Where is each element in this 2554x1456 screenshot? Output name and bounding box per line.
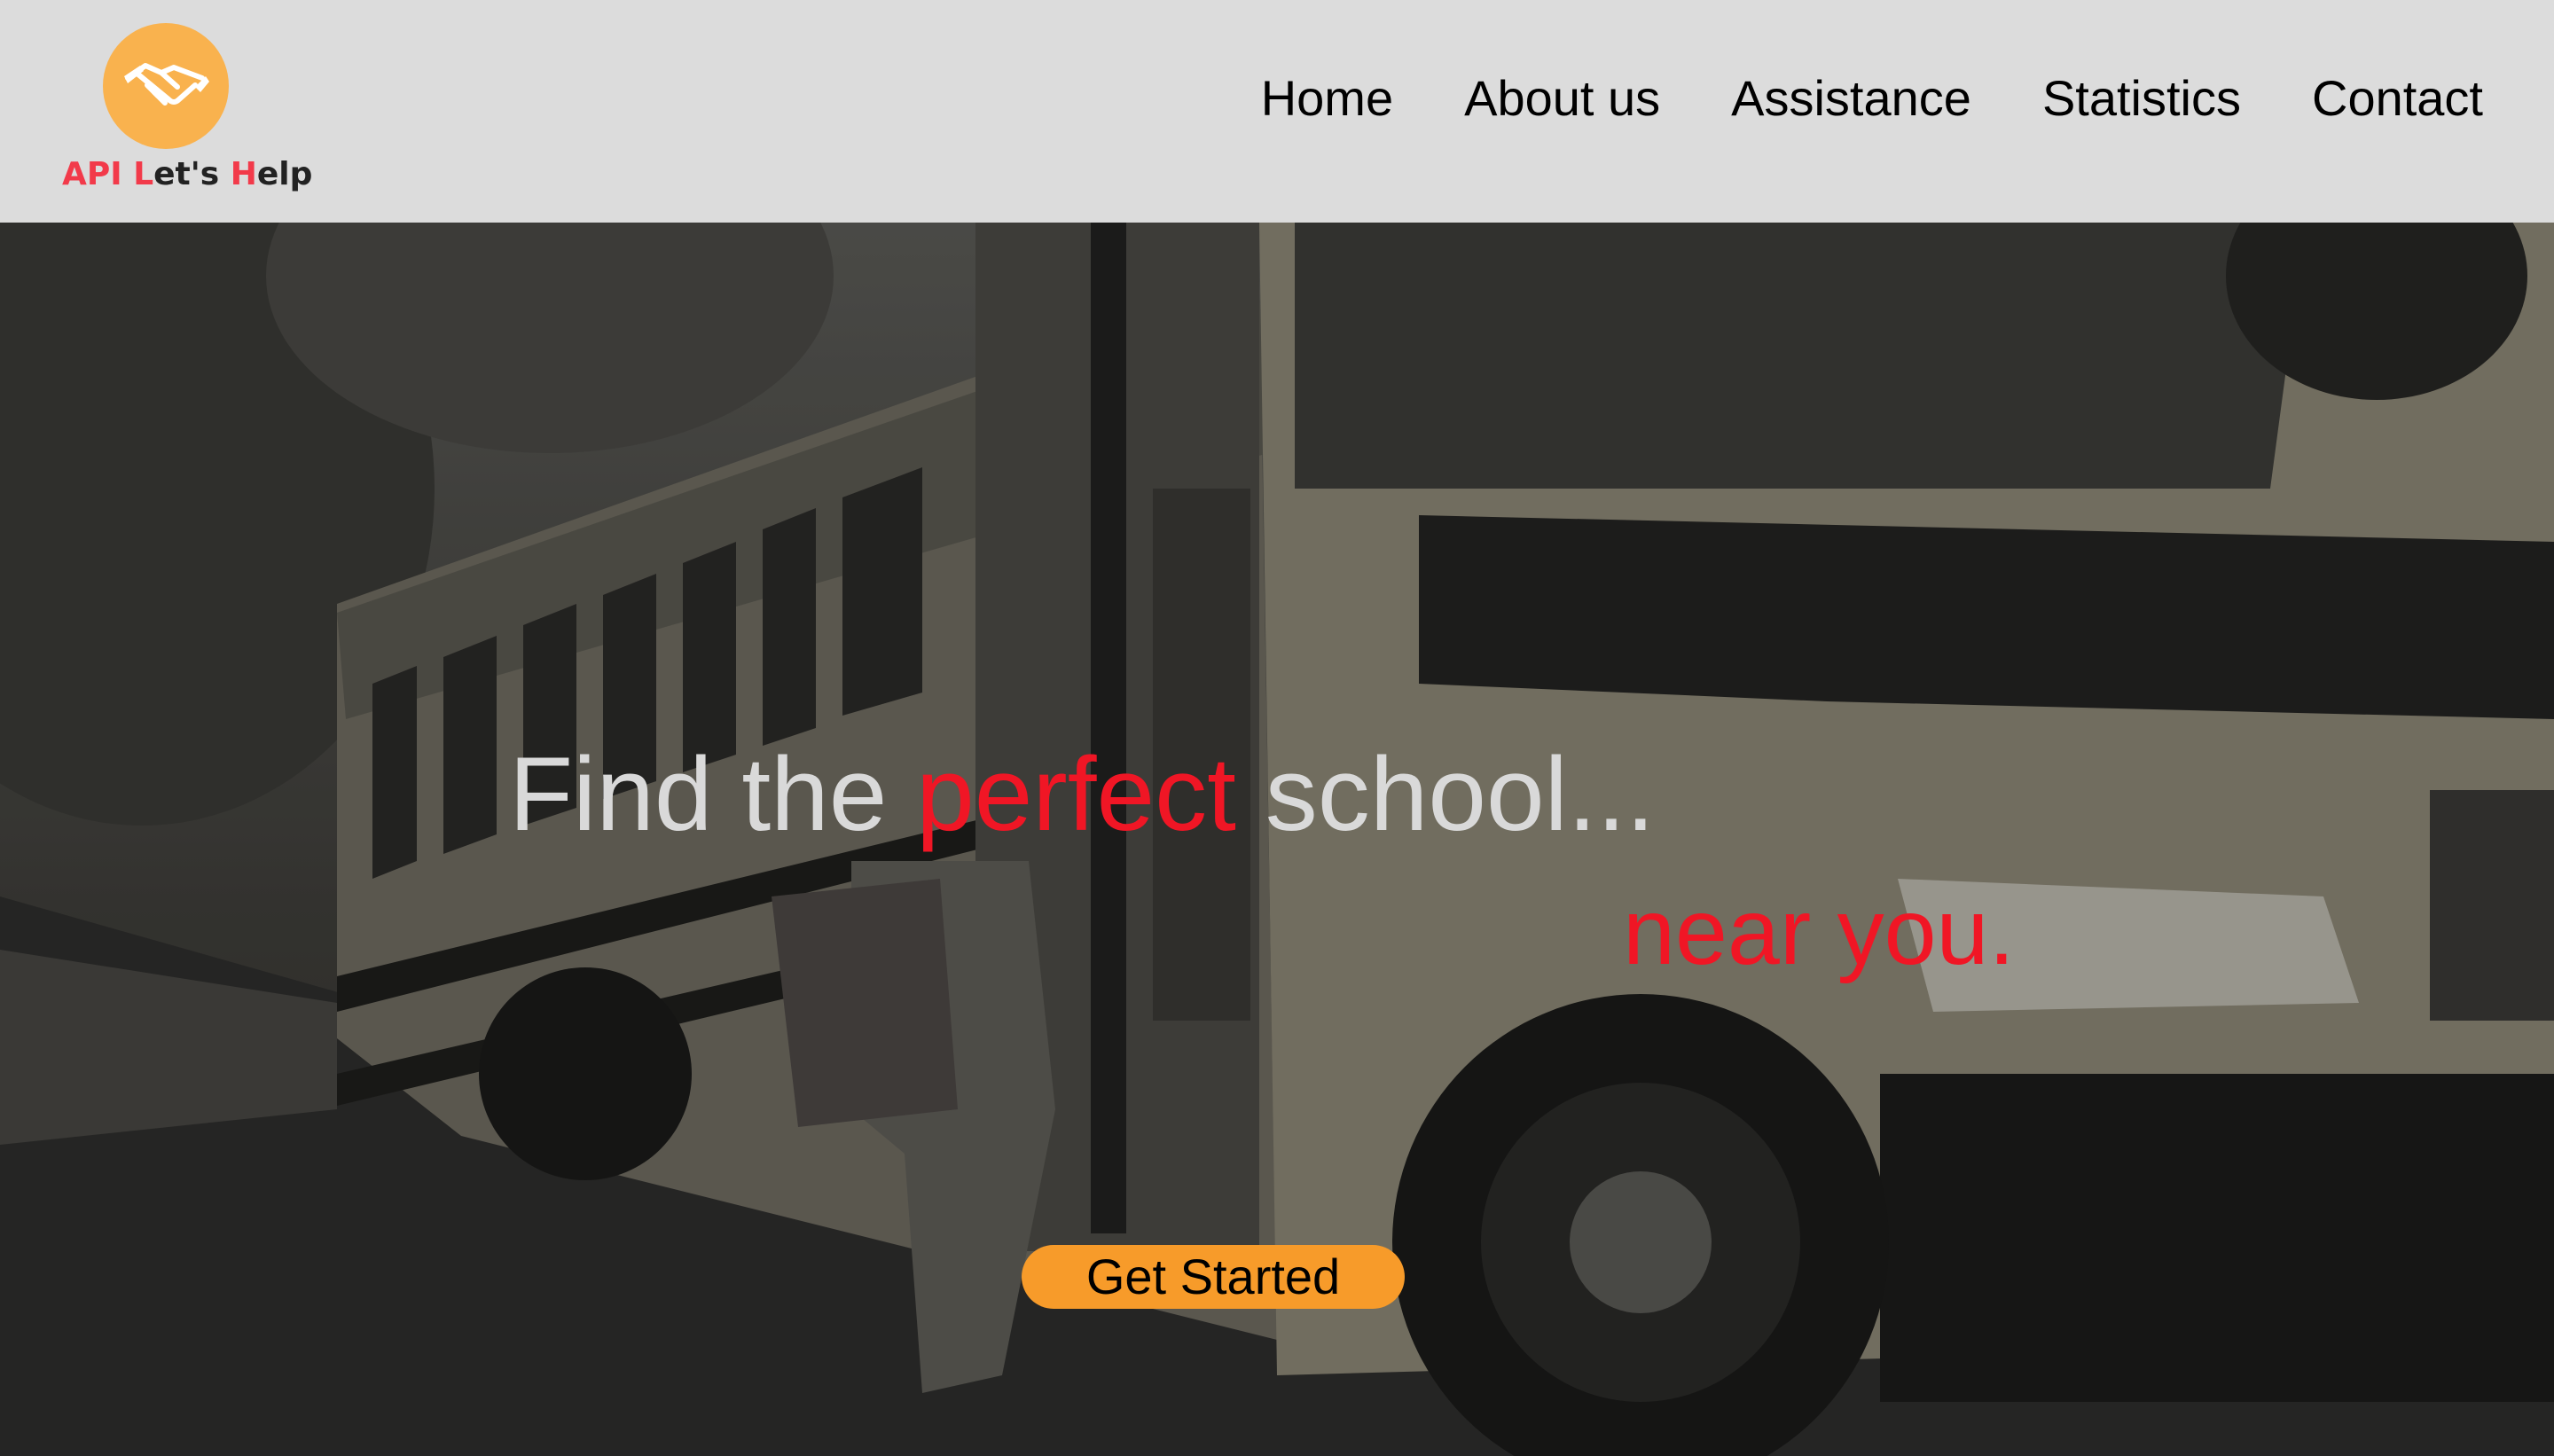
headline-end: school... xyxy=(1235,736,1656,853)
handshake-icon xyxy=(103,23,229,149)
get-started-button[interactable]: Get Started xyxy=(1022,1245,1405,1309)
brand-name-part: PI xyxy=(86,156,134,192)
nav-about-us[interactable]: About us xyxy=(1464,67,1660,129)
headline-start: Find the xyxy=(509,736,917,853)
main-nav: Home About us Assistance Statistics Cont… xyxy=(1261,67,2483,129)
brand-name-part: elp xyxy=(256,156,313,192)
brand-name-part: H xyxy=(230,156,257,192)
hero-headline: Find the perfect school... xyxy=(509,728,1655,861)
hero-subline: near you. xyxy=(1623,880,2015,984)
site-header: API Let's Help Home About us Assistance … xyxy=(0,0,2554,223)
headline-accent: perfect xyxy=(916,736,1236,853)
nav-statistics[interactable]: Statistics xyxy=(2042,67,2241,129)
brand-name: API Let's Help xyxy=(62,156,312,192)
nav-contact[interactable]: Contact xyxy=(2312,67,2483,129)
hero-section: Find the perfect school... near you. Get… xyxy=(0,223,2554,1456)
brand-name-part: A xyxy=(62,156,87,192)
brand-name-part: L xyxy=(133,156,154,192)
nav-assistance[interactable]: Assistance xyxy=(1731,67,1971,129)
brand-logo[interactable]: API Let's Help xyxy=(59,23,312,200)
brand-name-part: et's xyxy=(153,156,231,192)
nav-home[interactable]: Home xyxy=(1261,67,1393,129)
